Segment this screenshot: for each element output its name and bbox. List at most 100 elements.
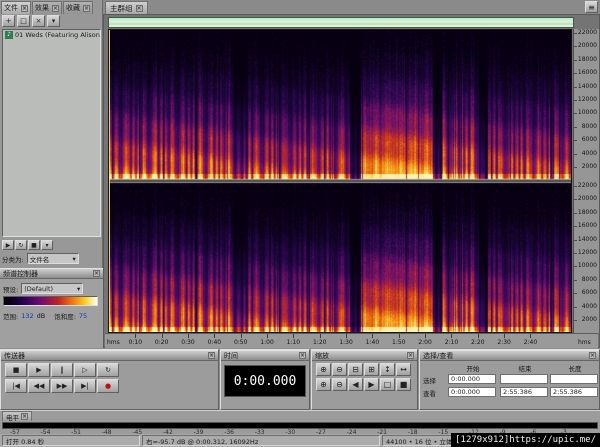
freq-tick (574, 306, 577, 308)
timeline-ruler[interactable]: hms hms 0:10 0:20 0:30 0:40 0:50 1:00 1:10 1:20… (105, 333, 598, 348)
close-icon[interactable]: × (83, 4, 90, 12)
file-item[interactable]: ♪ 01 Weds (Featuring Alison (3, 30, 100, 40)
close-icon[interactable]: × (299, 352, 306, 359)
selection-view-panel: 选择/查看 × 开始 结束 长度 选择 0:00.000 查看 0:00.000 2:55.3… (419, 349, 600, 410)
zoom-out-horizontal-button[interactable]: ⊖ (332, 363, 347, 376)
timeline-tick (346, 334, 348, 338)
freq-tick (574, 212, 577, 214)
spectral-display[interactable] (108, 29, 572, 333)
ruler-unit-left: hms (107, 339, 120, 346)
tab-main-group[interactable]: 主群组 × (105, 1, 148, 14)
freq-tick (574, 46, 577, 48)
zoom-titlebar[interactable]: 缩放 × (312, 350, 417, 361)
frequency-ruler[interactable]: 22000 20000 18000 16000 14000 12000 10000 8000 6… (573, 29, 599, 333)
status-open-time: 打开 0.84 秒 (2, 435, 140, 446)
zoom-out-vertical-button[interactable]: ↔ (396, 363, 411, 376)
sort-dropdown[interactable]: 文件名 ▾ (26, 253, 79, 264)
zoom-to-selection-button[interactable]: ⊞ (364, 363, 379, 376)
time-tick-label: 2:20 (471, 339, 485, 346)
freq-label-ch1: 10000 (577, 109, 597, 117)
go-to-beginning-button[interactable]: |◀ (5, 379, 27, 393)
zoom-right-edge-button[interactable]: ▶ (364, 378, 379, 391)
new-file-button[interactable]: □ (17, 15, 30, 27)
freq-tick (574, 199, 577, 201)
freq-label-ch2: 16000 (577, 222, 597, 230)
spectral-gradient-bar[interactable] (3, 296, 98, 306)
rewind-button[interactable]: ◀◀ (28, 379, 50, 393)
file-list[interactable]: ♪ 01 Weds (Featuring Alison (2, 29, 101, 237)
freq-label-ch2: 20000 (577, 195, 597, 203)
close-icon[interactable]: × (21, 413, 28, 420)
transport-title: 传送器 (4, 351, 25, 360)
go-to-end-button[interactable]: ▶| (74, 379, 96, 393)
play-button[interactable]: ▶ (28, 363, 50, 377)
fast-forward-button[interactable]: ▶▶ (51, 379, 73, 393)
main-tab-label: 主群组 (110, 3, 133, 13)
tab-effects[interactable]: 效果 × (32, 1, 62, 14)
preset-dropdown[interactable]: (Default) ▾ (21, 283, 84, 294)
time-tick-label: 2:30 (497, 339, 511, 346)
spectrogram-canvas[interactable] (109, 30, 571, 332)
time-tick-label: 0:30 (181, 339, 195, 346)
zoom-in-horizontal-button[interactable]: ⊕ (316, 363, 331, 376)
close-icon[interactable]: × (407, 352, 414, 359)
preview-options-button[interactable]: ▾ (41, 240, 53, 250)
session-overview-bar[interactable] (108, 17, 574, 28)
selection-view-title: 选择/查看 (423, 351, 454, 360)
record-button[interactable]: ● (97, 379, 119, 393)
preview-play-button[interactable]: ▶ (2, 240, 14, 250)
preview-loop-button[interactable]: ↻ (15, 240, 27, 250)
import-file-button[interactable]: + (2, 15, 15, 27)
freq-label-ch1: 12000 (577, 96, 597, 103)
close-icon[interactable]: × (208, 352, 215, 359)
play-from-cursor-button[interactable]: ▷ (74, 363, 96, 377)
spectral-controls-titlebar[interactable]: 频谱控制器 × (0, 268, 103, 279)
range-value[interactable]: 132 (21, 312, 33, 320)
view-end-input[interactable]: 2:55.386 (500, 387, 548, 397)
stop-button[interactable]: ■ (5, 363, 27, 377)
preview-stop-button[interactable]: ■ (28, 240, 40, 250)
close-icon[interactable]: × (135, 4, 143, 12)
time-display[interactable]: 0:00.000 (224, 365, 306, 397)
close-file-button[interactable]: × (32, 15, 45, 27)
timeline-tick (451, 334, 453, 338)
time-titlebar[interactable]: 时间 × (221, 350, 309, 361)
freq-tick (574, 279, 577, 281)
playhead-cursor[interactable] (109, 30, 110, 332)
close-icon[interactable]: × (52, 4, 59, 12)
close-icon[interactable]: × (21, 4, 28, 12)
play-looped-button[interactable]: ↻ (97, 363, 119, 377)
selection-end-input[interactable] (500, 374, 548, 384)
options-button[interactable]: ▾ (47, 15, 60, 27)
zoom-out-left-edge-button[interactable]: ⊖ (332, 378, 347, 391)
pause-button[interactable]: ‖ (51, 363, 73, 377)
zoom-in-vertical-button[interactable]: ↕ (380, 363, 395, 376)
view-length-input[interactable]: 2:55.386 (550, 387, 598, 397)
zoom-left-edge-button[interactable]: ◀ (348, 378, 363, 391)
transport-titlebar[interactable]: 传送器 × (1, 350, 218, 361)
tab-files[interactable]: 文件 × (1, 1, 31, 14)
freq-tick (574, 266, 577, 268)
close-icon[interactable]: × (93, 270, 100, 277)
tab-levels[interactable]: 电平 × (2, 411, 32, 422)
spectral-values-row: 范围: 132 dB 饱和度: 75 (3, 311, 87, 321)
close-icon[interactable]: × (589, 352, 596, 359)
zoom-row-2: ⊕ ⊖ ◀ ▶ □ ■ (316, 378, 417, 391)
zoom-in-left-edge-button[interactable]: ⊕ (316, 378, 331, 391)
tab-favorites[interactable]: 收藏 × (63, 1, 93, 14)
zoom-extra-button[interactable]: ■ (396, 378, 411, 391)
timeline-tick (293, 334, 295, 338)
zoom-reset-button[interactable]: □ (380, 378, 395, 391)
gamma-value[interactable]: 75 (79, 312, 87, 320)
selection-view-titlebar[interactable]: 选择/查看 × (420, 350, 599, 361)
level-meter[interactable] (2, 422, 598, 429)
selection-begin-input[interactable]: 0:00.000 (448, 374, 496, 384)
timeline-tick (319, 334, 321, 338)
freq-label-ch1: 18000 (577, 55, 597, 63)
panel-menu-icon[interactable]: ≡ (585, 1, 598, 13)
view-begin-input[interactable]: 0:00.000 (448, 387, 496, 397)
freq-label-ch1: 16000 (577, 69, 597, 77)
selection-length-input[interactable] (550, 374, 598, 384)
zoom-out-full-button[interactable]: ⊟ (348, 363, 363, 376)
freq-tick (574, 73, 577, 75)
